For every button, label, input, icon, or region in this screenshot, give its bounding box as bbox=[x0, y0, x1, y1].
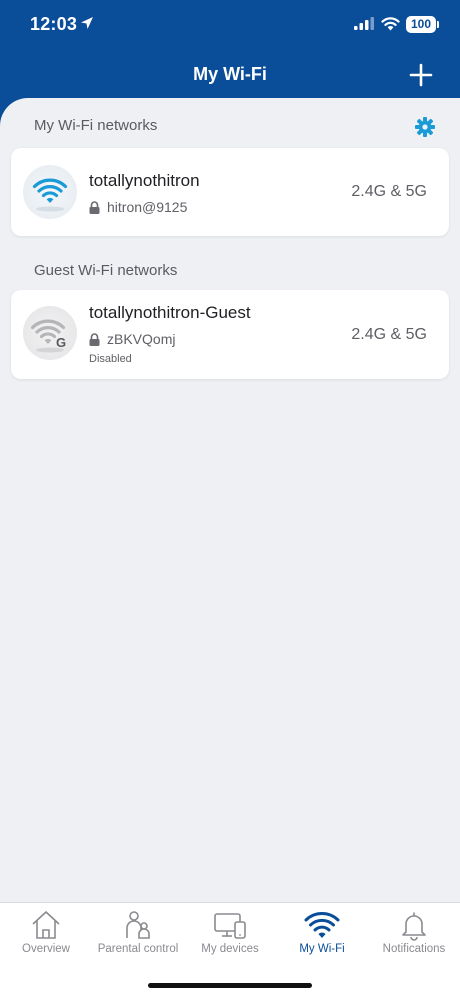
tab-label: Overview bbox=[22, 943, 70, 955]
tab-label: My Wi-Fi bbox=[299, 943, 345, 955]
home-icon bbox=[32, 911, 60, 939]
main-content: My Wi-Fi networks totallynothitron hitro… bbox=[0, 98, 460, 902]
wifi-icon bbox=[32, 178, 68, 212]
network-password-row: hitron@9125 bbox=[89, 199, 187, 215]
wifi-icon bbox=[304, 912, 340, 938]
network-card[interactable]: totallynothitron hitron@9125 2.4G & 5G bbox=[11, 148, 449, 236]
tab-my-wifi[interactable]: My Wi-Fi bbox=[276, 909, 368, 961]
tab-label: My devices bbox=[201, 943, 259, 955]
network-icon-badge bbox=[23, 165, 77, 219]
tab-notifications[interactable]: Notifications bbox=[368, 909, 460, 961]
tab-my-devices[interactable]: My devices bbox=[184, 909, 276, 961]
add-network-button[interactable] bbox=[406, 60, 436, 90]
location-arrow-icon bbox=[81, 17, 93, 29]
cellular-signal-icon bbox=[354, 17, 374, 30]
battery-icon: 100 bbox=[406, 16, 439, 33]
network-name: totallynothitron bbox=[89, 171, 200, 190]
devices-icon bbox=[214, 913, 246, 939]
guest-network-password-row: zBKVQomj bbox=[89, 331, 175, 347]
tab-overview[interactable]: Overview bbox=[0, 909, 92, 961]
network-band: 2.4G & 5G bbox=[351, 183, 427, 200]
tab-bar: Overview Parental control My devices My … bbox=[0, 902, 460, 996]
lock-icon bbox=[89, 332, 100, 346]
guest-network-icon-badge: G bbox=[23, 306, 77, 360]
status-bar: 12:03 100 bbox=[0, 0, 460, 50]
tab-parental-control[interactable]: Parental control bbox=[92, 909, 184, 961]
home-indicator bbox=[148, 983, 312, 988]
settings-button[interactable] bbox=[414, 116, 436, 138]
status-time: 12:03 bbox=[30, 14, 78, 34]
gear-icon bbox=[415, 117, 435, 137]
parental-control-icon bbox=[126, 911, 150, 939]
tab-label: Notifications bbox=[382, 943, 446, 955]
bell-icon bbox=[402, 912, 426, 941]
guest-network-password: zBKVQomj bbox=[107, 331, 176, 347]
svg-text:G: G bbox=[56, 335, 66, 350]
tab-label: Parental control bbox=[97, 943, 179, 955]
network-password: hitron@9125 bbox=[107, 199, 188, 215]
guest-network-card[interactable]: G totallynothitron-Guest zBKVQomj Disabl… bbox=[11, 290, 449, 379]
section-title-my-networks: My Wi-Fi networks bbox=[34, 117, 158, 134]
guest-wifi-icon: G bbox=[30, 319, 66, 353]
header: My Wi-Fi bbox=[0, 50, 460, 98]
wifi-status-icon bbox=[381, 17, 400, 31]
lock-icon bbox=[89, 200, 100, 214]
guest-network-status: Disabled bbox=[89, 353, 132, 365]
guest-network-band: 2.4G & 5G bbox=[351, 326, 427, 343]
page-title: My Wi-Fi bbox=[193, 64, 267, 84]
section-title-guest-networks: Guest Wi-Fi networks bbox=[34, 262, 178, 279]
plus-icon bbox=[409, 63, 433, 87]
battery-level: 100 bbox=[410, 17, 432, 31]
guest-network-name: totallynothitron-Guest bbox=[89, 303, 251, 322]
